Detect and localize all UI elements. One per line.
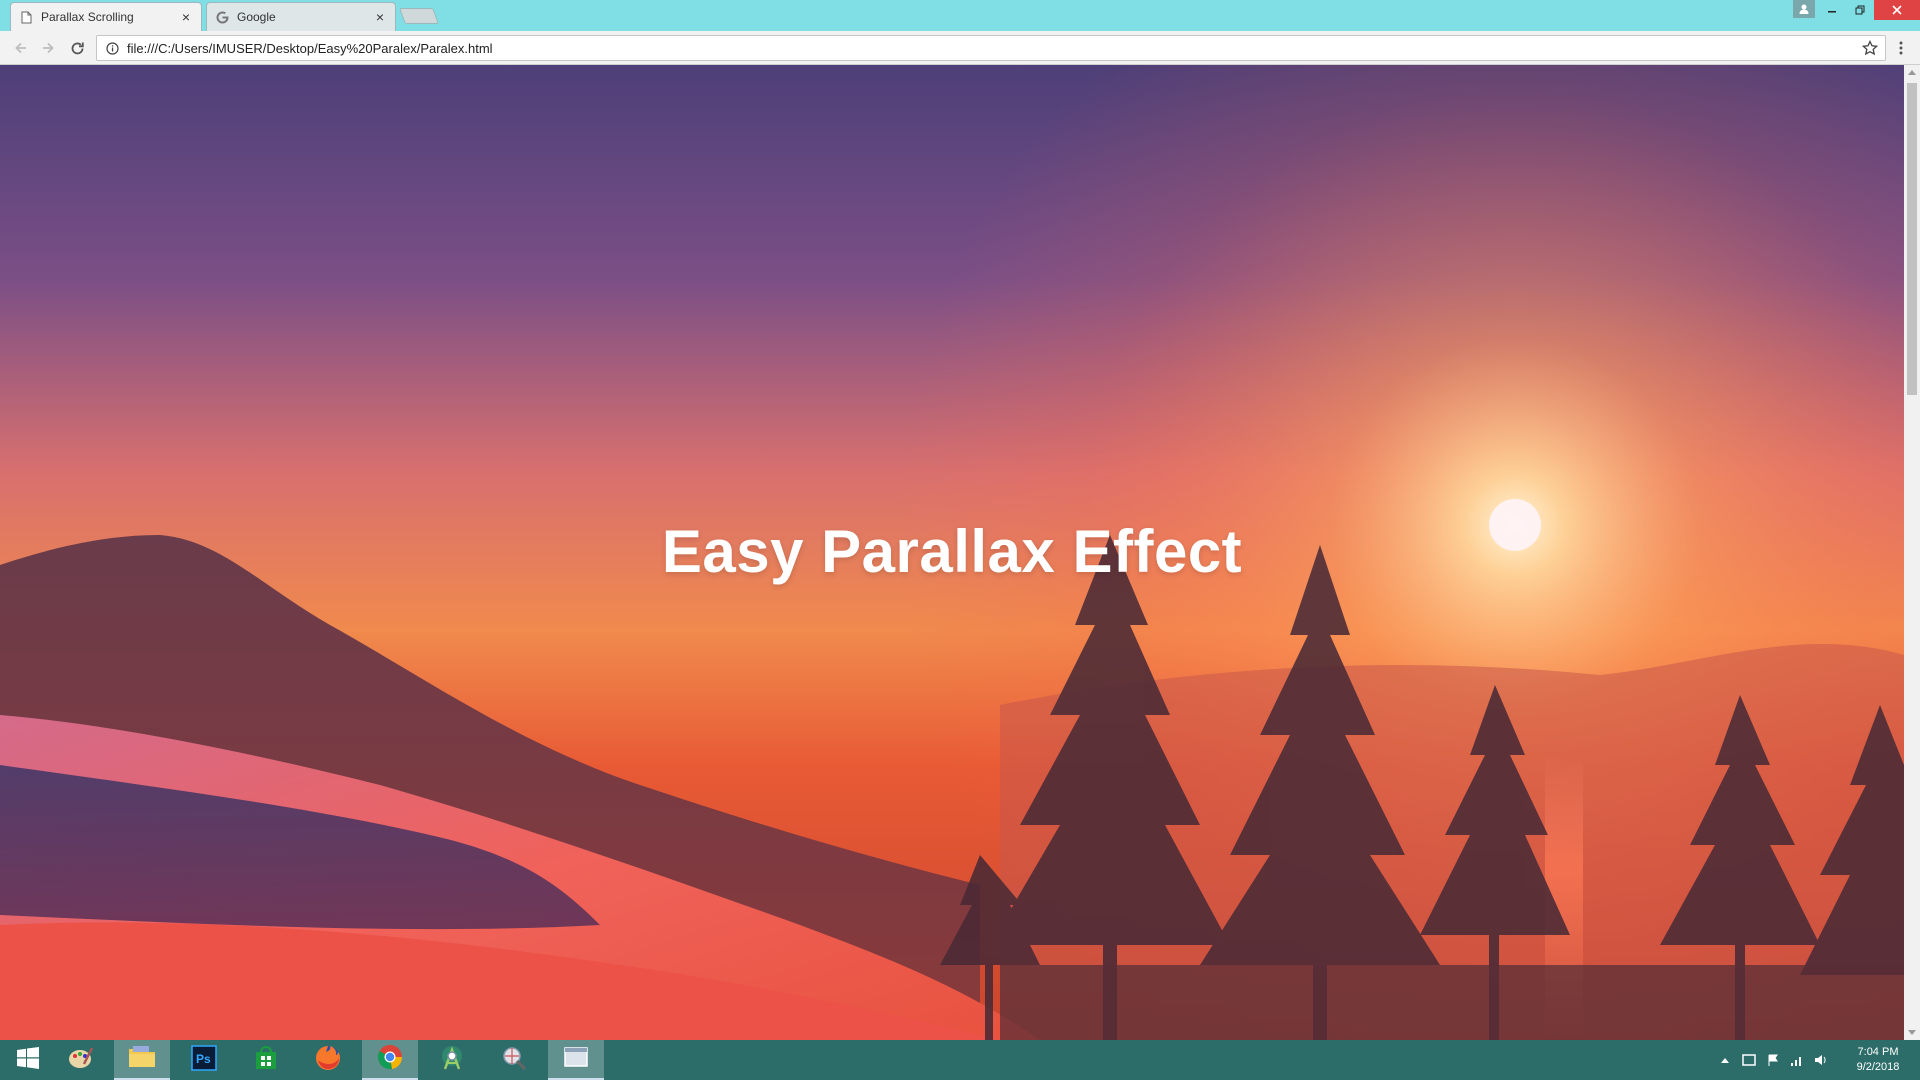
firefox-icon <box>314 1044 342 1077</box>
action-center-flag-icon[interactable] <box>1766 1053 1780 1067</box>
scrollbar-thumb[interactable] <box>1907 83 1917 395</box>
taskbar-screen-recorder[interactable] <box>548 1040 604 1080</box>
back-button[interactable] <box>10 37 32 59</box>
paint-palette-icon <box>66 1044 94 1077</box>
globe-tool-icon <box>500 1044 528 1077</box>
window-icon <box>563 1045 589 1074</box>
folder-icon <box>127 1044 157 1075</box>
bookmark-star-icon[interactable] <box>1861 39 1879 57</box>
start-button[interactable] <box>0 1040 56 1080</box>
taskbar-app[interactable] <box>486 1040 542 1080</box>
taskbar-firefox[interactable] <box>300 1040 356 1080</box>
close-tab-icon[interactable]: × <box>179 10 193 24</box>
clock-time: 7:04 PM <box>1857 1046 1899 1058</box>
new-tab-button[interactable] <box>399 8 439 24</box>
taskbar-clock[interactable]: 7:04 PM 9/2/2018 <box>1846 1045 1910 1075</box>
scroll-down-arrow-icon[interactable] <box>1904 1026 1920 1040</box>
page-icon <box>19 10 33 24</box>
close-tab-icon[interactable]: × <box>373 10 387 24</box>
profile-icon[interactable] <box>1793 0 1815 18</box>
close-window-button[interactable] <box>1874 0 1920 20</box>
chrome-icon <box>376 1043 404 1076</box>
screen-capture-tray-icon[interactable] <box>1742 1053 1756 1067</box>
windows-taskbar: Ps 7:04 PM 9/2/2018 <box>0 1040 1920 1080</box>
google-icon <box>215 10 229 24</box>
page-heading: Easy Parallax Effect <box>661 518 1243 585</box>
svg-text:Ps: Ps <box>196 1052 211 1066</box>
address-bar[interactable]: file:///C:/Users/IMUSER/Desktop/Easy%20P… <box>96 35 1886 61</box>
taskbar-store[interactable] <box>238 1040 294 1080</box>
browser-toolbar: file:///C:/Users/IMUSER/Desktop/Easy%20P… <box>0 31 1920 65</box>
taskbar-photoshop[interactable]: Ps <box>176 1040 232 1080</box>
minimize-button[interactable] <box>1818 0 1846 20</box>
reload-button[interactable] <box>66 37 88 59</box>
restore-button[interactable] <box>1846 0 1874 20</box>
taskbar-file-explorer[interactable] <box>114 1040 170 1080</box>
show-hidden-icons-icon[interactable] <box>1718 1053 1732 1067</box>
store-icon <box>253 1045 279 1076</box>
android-studio-icon <box>438 1044 466 1077</box>
taskbar-paint[interactable] <box>52 1040 108 1080</box>
tab-parallax-scrolling[interactable]: Parallax Scrolling × <box>10 2 202 31</box>
photoshop-icon: Ps <box>191 1044 217 1076</box>
info-icon[interactable] <box>103 39 121 57</box>
clock-date: 9/2/2018 <box>1856 1061 1900 1073</box>
taskbar-chrome[interactable] <box>362 1040 418 1080</box>
url-text: file:///C:/Users/IMUSER/Desktop/Easy%20P… <box>127 40 493 56</box>
scroll-up-arrow-icon[interactable] <box>1904 65 1920 79</box>
page-viewport: Easy Parallax Effect <box>0 65 1904 1040</box>
windows-logo-icon <box>16 1046 40 1075</box>
page-scrollbar[interactable] <box>1904 65 1920 1040</box>
network-signal-icon[interactable] <box>1790 1053 1804 1067</box>
browser-menu-icon[interactable] <box>1890 37 1912 59</box>
volume-icon[interactable] <box>1814 1053 1828 1067</box>
taskbar-android-studio[interactable] <box>424 1040 480 1080</box>
system-tray <box>1718 1040 1828 1080</box>
tab-title: Google <box>237 10 276 24</box>
forward-button[interactable] <box>37 37 59 59</box>
tab-title: Parallax Scrolling <box>41 10 134 24</box>
browser-titlebar: Parallax Scrolling × Google × <box>0 0 1920 31</box>
tab-google[interactable]: Google × <box>206 2 396 31</box>
